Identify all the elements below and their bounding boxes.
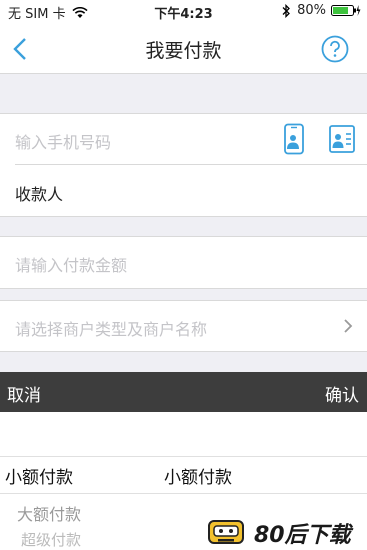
merchant-selector[interactable]: 请选择商户类型及商户名称 bbox=[15, 316, 207, 340]
amount-row: 请输入付款金额 bbox=[0, 236, 367, 289]
phone-row: 输入手机号码 bbox=[0, 113, 367, 165]
phone-input[interactable]: 输入手机号码 bbox=[15, 129, 111, 153]
picker-selected-option[interactable]: 小额付款 bbox=[164, 463, 232, 488]
watermark: 80后下载 bbox=[206, 515, 366, 548]
status-right: 80% bbox=[281, 3, 361, 18]
watermark-logo-icon bbox=[208, 520, 244, 544]
picker-divider bbox=[0, 456, 367, 457]
nav-bar: 我要付款 bbox=[0, 24, 367, 74]
status-bar: 无 SIM 卡 下午4:23 80% bbox=[0, 0, 367, 24]
battery-icon bbox=[331, 5, 361, 16]
phone-contacts-icon[interactable] bbox=[279, 123, 309, 155]
payee-row: 收款人 bbox=[0, 165, 367, 217]
picker-toolbar: 取消 确认 bbox=[0, 372, 367, 412]
bluetooth-icon bbox=[282, 3, 291, 18]
help-icon[interactable] bbox=[321, 35, 349, 63]
confirm-button[interactable]: 确认 bbox=[325, 381, 359, 406]
contact-card-icon[interactable] bbox=[327, 123, 357, 155]
page-title: 我要付款 bbox=[145, 40, 222, 62]
picker-option[interactable]: 大额付款 bbox=[17, 501, 81, 525]
picker-divider bbox=[0, 493, 367, 494]
battery-percent: 80% bbox=[297, 3, 326, 18]
picker-selected-option[interactable]: 小额付款 bbox=[5, 463, 73, 488]
chevron-right-icon bbox=[344, 319, 353, 333]
picker-option[interactable]: 超级付款 bbox=[21, 529, 81, 550]
amount-input[interactable]: 请输入付款金额 bbox=[15, 252, 127, 276]
watermark-text: 80后下载 bbox=[254, 523, 351, 548]
cancel-button[interactable]: 取消 bbox=[7, 381, 41, 406]
merchant-row[interactable]: 请选择商户类型及商户名称 bbox=[0, 300, 367, 352]
payee-label: 收款人 bbox=[15, 185, 64, 204]
